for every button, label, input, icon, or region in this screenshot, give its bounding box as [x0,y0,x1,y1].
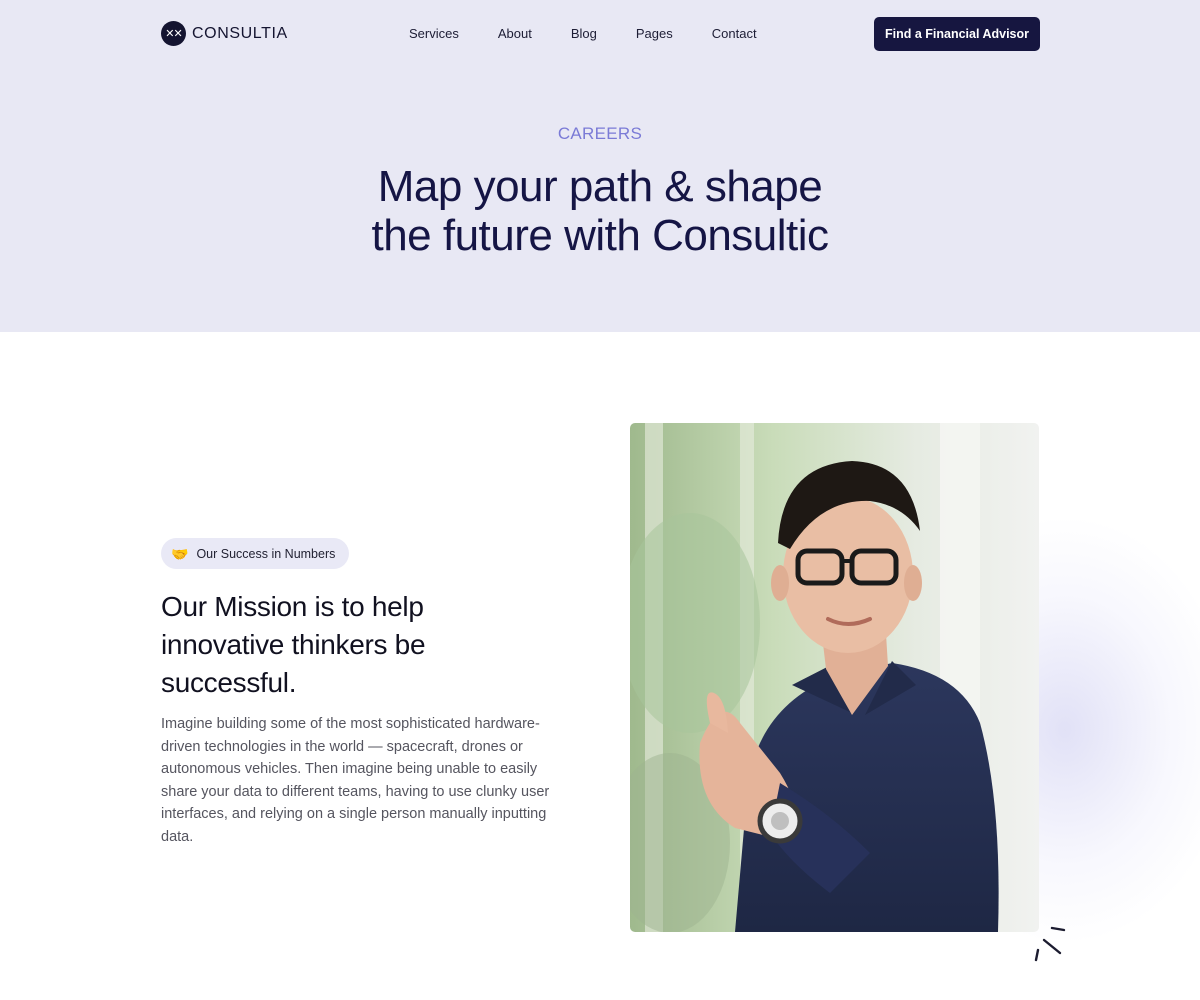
page-eyebrow: CAREERS [557,124,643,143]
nav-link-blog[interactable]: Blog [571,26,597,41]
top-navbar: ✕✕ CONSULTIA Services About Blog Pages C… [0,0,1200,68]
handshake-icon: 🤝 [171,545,189,562]
main-menu: Services About Blog Pages Contact [409,26,757,41]
success-badge: 🤝 Our Success in Numbers [161,538,350,569]
badge-label: Our Success in Numbers [196,546,336,561]
page-title-line-2: the future with Consultic [371,211,829,260]
page-title-line-1: Map your path & shape [377,162,823,211]
mission-body: Imagine building some of the most sophis… [161,716,550,845]
nav-link-pages[interactable]: Pages [636,26,673,41]
nav-link-contact[interactable]: Contact [712,26,757,41]
nav-link-services[interactable]: Services [409,26,459,41]
nav-link-about[interactable]: About [498,26,532,41]
page-title: Map your path & shape the future with Co… [300,162,900,260]
team-member-photo [630,423,1039,932]
find-financial-advisor-button[interactable]: Find a Financial Advisor [874,17,1040,51]
logo-text: CONSULTIA [192,24,288,42]
logo-mark-icon: ✕✕ [161,21,186,46]
logo[interactable]: ✕✕ CONSULTIA [161,21,288,46]
hero-section: ✕✕ CONSULTIA Services About Blog Pages C… [0,0,1200,332]
sparkle-decoration-icon [1034,926,1066,962]
mission-heading: Our Mission is to help innovative thinke… [161,591,426,698]
